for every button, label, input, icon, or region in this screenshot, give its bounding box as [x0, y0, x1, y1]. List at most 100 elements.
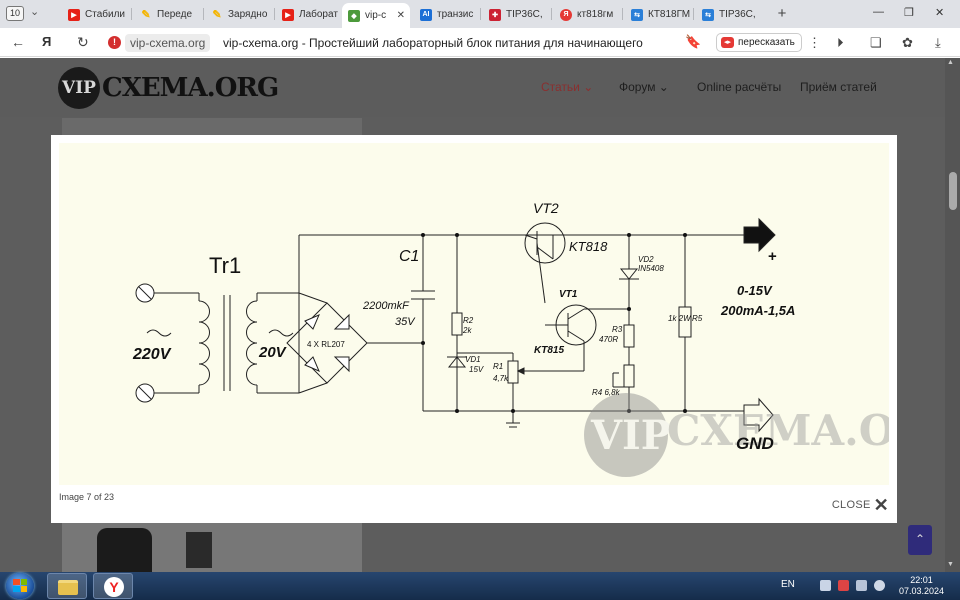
close-label: CLOSE [831, 499, 871, 511]
media-play-icon[interactable]: ⏵ [837, 35, 844, 51]
transistor-image [186, 532, 212, 568]
language-indicator[interactable]: EN [781, 579, 795, 590]
url-domain[interactable]: vip-cxema.org [125, 34, 211, 52]
tab-label: Переде [157, 9, 193, 20]
capacitor-image [97, 528, 152, 572]
youtube-icon: ▶ [68, 8, 80, 21]
retell-label: пересказать [738, 37, 795, 48]
browser-tab[interactable]: Я кт818гм [554, 3, 620, 26]
label-vd2-type: IN5408 [638, 264, 664, 273]
youtube-icon: ▶ [282, 8, 294, 21]
browser-tab[interactable]: ▶ Лаборат [276, 3, 340, 26]
yandex-icon: Я [560, 8, 572, 21]
label-vt2-type: KT818 [569, 239, 608, 254]
label-r3-value: 470R [599, 335, 618, 344]
nav-label: Форум [619, 80, 656, 94]
action-center-icon[interactable] [820, 580, 831, 591]
yandex-logo-icon[interactable]: Я [42, 34, 51, 49]
site-header: VIP CXEMA.ORG Статьи ⌄ Форум ⌄ Online ра… [0, 58, 945, 117]
nav-articles[interactable]: Статьи ⌄ [541, 80, 593, 94]
scroll-up-icon[interactable]: ▲ [947, 59, 954, 66]
lightbox-image-counter: Image 7 of 23 [59, 492, 115, 502]
taskbar-explorer[interactable] [47, 573, 87, 599]
retell-button[interactable]: ◂▸ пересказать [716, 33, 802, 52]
label-tr1: Tr1 [209, 253, 241, 278]
browser-tab[interactable]: ✚ TIP36C, [483, 3, 549, 26]
browser-tab[interactable]: AI транзис [414, 3, 478, 26]
tab-separator [274, 8, 275, 20]
pencil-icon: ✎ [141, 9, 151, 21]
content-panel [62, 118, 362, 135]
warning-icon[interactable]: ! [108, 36, 121, 49]
system-clock[interactable]: 22:01 07.03.2024 [899, 575, 944, 597]
browser-tab-active[interactable]: ◆ vip-c ✕ [342, 3, 410, 28]
scrollbar[interactable] [945, 58, 960, 572]
back-arrow-icon[interactable]: ← [11, 34, 25, 50]
retell-icon: ◂▸ [721, 37, 734, 48]
close-window-icon[interactable]: ✕ [935, 6, 944, 19]
browser-tab[interactable]: ⇆ КТ818ГМ [625, 3, 691, 26]
windows-taskbar: Y EN 22:01 07.03.2024 [0, 572, 960, 600]
lightbox-close-button[interactable]: CLOSE ✕ [831, 496, 889, 514]
tab-separator [551, 8, 552, 20]
logo-text: CXEMA.ORG [102, 73, 279, 103]
power-supply-schematic: VIP CXEMA.ORG Tr1 220V 20V 4 X RL207 C1 … [132, 200, 960, 477]
address-bar: ← Я ↻ ! vip-cxema.org vip-cxema.org - Пр… [0, 28, 960, 57]
browser-tab[interactable]: ✎ Зарядно [205, 3, 271, 26]
minimize-icon[interactable]: — [873, 6, 884, 18]
logo-vip: VIP [58, 67, 100, 109]
new-tab-button[interactable]: + [773, 5, 791, 23]
scrollbar-thumb[interactable] [949, 172, 957, 210]
browser-tab[interactable]: ▶ Стабили [62, 3, 128, 26]
chevron-down-icon: ⌄ [658, 80, 669, 94]
chevron-down-icon: ⌄ [583, 80, 594, 94]
label-r1: R1 [493, 362, 503, 371]
download-icon[interactable]: ⤓ [935, 35, 941, 51]
lightbox: VIP CXEMA.ORG Tr1 220V 20V 4 X RL207 C1 … [51, 135, 960, 523]
folder-icon [58, 580, 78, 595]
browser-tab[interactable]: ✎ Переде [134, 3, 200, 26]
yandex-browser-icon: Y [104, 577, 124, 597]
page-title-in-url[interactable]: vip-cxema.org - Простейший лабораторный … [223, 36, 643, 50]
tab-counter[interactable]: 10 [6, 6, 24, 21]
more-options-icon[interactable]: ⋮ [808, 35, 821, 51]
security-icon[interactable] [838, 580, 849, 591]
watermark-vip: VIP [590, 412, 671, 459]
datasheet-icon: ⇆ [702, 8, 714, 21]
label-r3: R3 [612, 325, 623, 334]
reload-icon[interactable]: ↻ [77, 34, 89, 50]
chevron-down-icon[interactable]: ⌄ [30, 5, 39, 18]
browser-tab[interactable]: ⇆ TIP36C, [696, 3, 762, 26]
collections-icon[interactable]: ❏ [870, 35, 882, 51]
site-logo[interactable]: VIP CXEMA.ORG [58, 67, 279, 109]
nav-online-calc[interactable]: Online расчёты [697, 80, 781, 94]
volume-icon[interactable] [874, 580, 885, 591]
label-r4: R4 6,8k [592, 388, 621, 397]
vip-cxema-icon: ◆ [348, 9, 360, 22]
taskbar-yandex-browser[interactable]: Y [93, 573, 133, 599]
nav-label: Online расчёты [697, 80, 782, 94]
tab-label: Стабили [85, 9, 125, 20]
label-vt2: VT2 [533, 200, 559, 216]
nav-submit-article[interactable]: Приём статей [800, 80, 877, 94]
network-icon[interactable] [856, 580, 867, 591]
extension-icon[interactable]: ✿ [902, 35, 913, 51]
label-vd2: VD2 [638, 255, 654, 264]
tab-separator [131, 8, 132, 20]
restore-icon[interactable]: ❐ [904, 6, 914, 19]
tab-separator [622, 8, 623, 20]
label-output-range: 0-15V [737, 283, 773, 298]
bookmark-icon[interactable]: 🔖 [685, 34, 701, 50]
clock-date: 07.03.2024 [899, 586, 945, 596]
scroll-to-top-button[interactable]: ⌃ [908, 525, 932, 555]
watermark-text: CXEMA.ORG [667, 406, 889, 455]
close-tab-icon[interactable]: ✕ [397, 10, 405, 21]
label-r1-value: 4,7k [493, 374, 509, 383]
tab-label: кт818гм [577, 9, 614, 20]
scroll-down-icon[interactable]: ▼ [947, 561, 954, 568]
label-220v: 220V [132, 346, 172, 363]
nav-forum[interactable]: Форум ⌄ [619, 80, 669, 94]
url-field[interactable]: ! vip-cxema.org vip-cxema.org - Простейш… [100, 33, 701, 53]
tab-separator [203, 8, 204, 20]
label-c1-voltage: 35V [395, 316, 416, 328]
